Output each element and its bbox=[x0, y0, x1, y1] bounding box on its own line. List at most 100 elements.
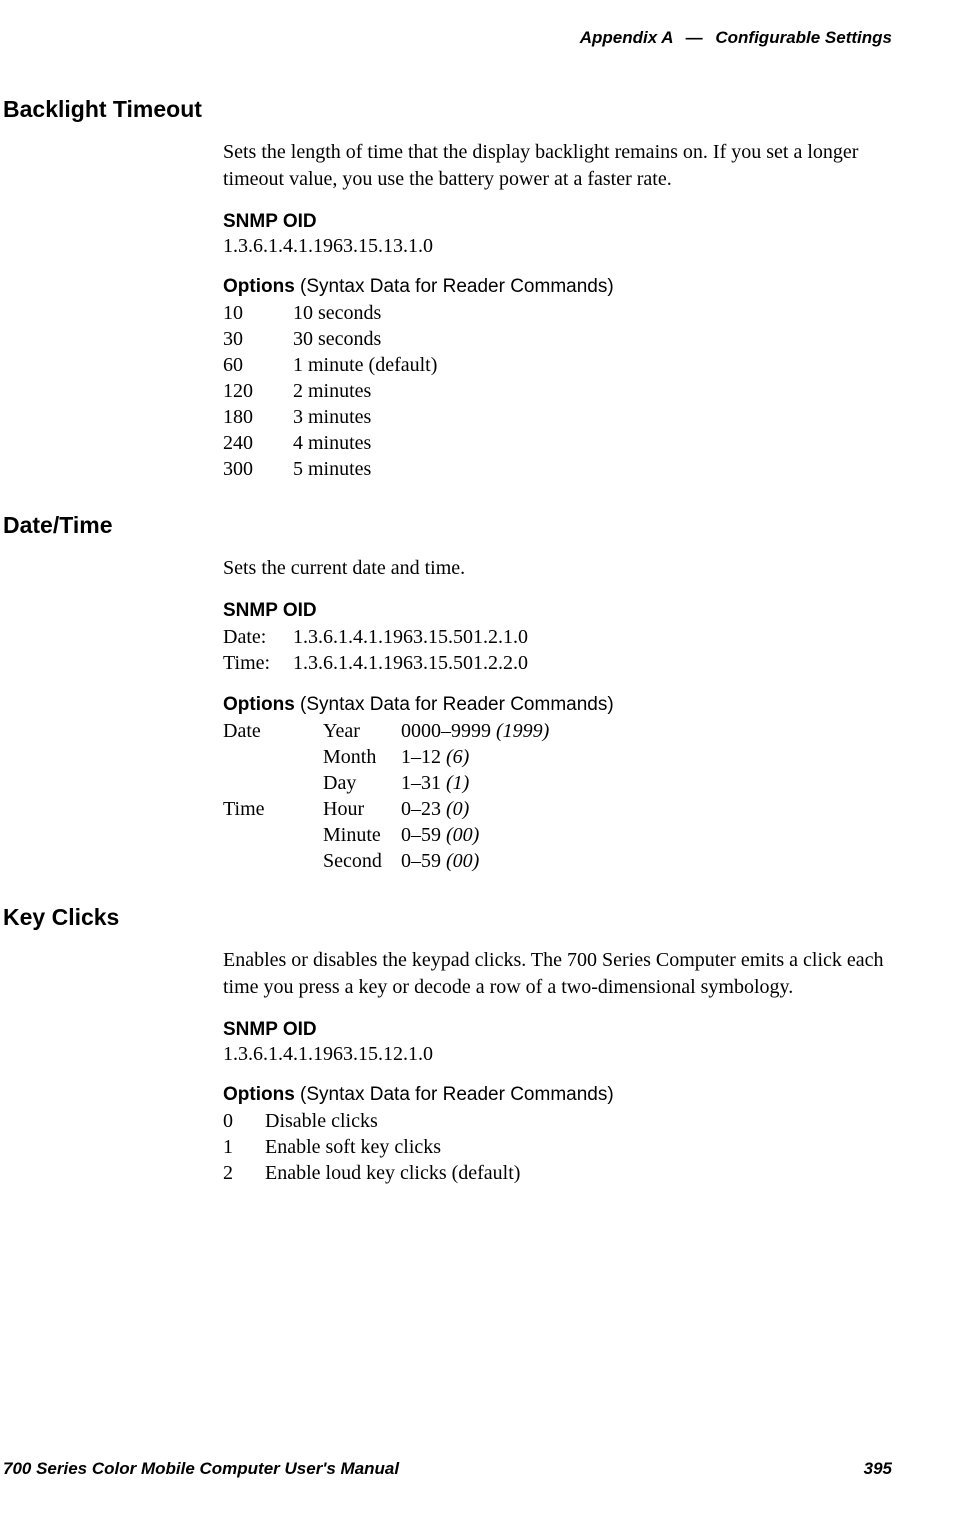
table-row: 2404 minutes bbox=[223, 430, 455, 456]
table-row: 1010 seconds bbox=[223, 300, 455, 326]
backlight-options-label: Options (Syntax Data for Reader Commands… bbox=[223, 276, 892, 298]
option-default: (1) bbox=[446, 772, 469, 794]
section-heading-backlight: Backlight Timeout bbox=[3, 96, 892, 123]
option-code: 300 bbox=[223, 456, 293, 482]
snmp-row-value: 1.3.6.1.4.1.1963.15.501.2.1.0 bbox=[293, 624, 546, 650]
option-default: (00) bbox=[446, 850, 479, 872]
table-row: 3030 seconds bbox=[223, 326, 455, 352]
option-field: Month bbox=[323, 744, 401, 770]
datetime-snmp-table: Date:1.3.6.1.4.1.1963.15.501.2.1.0 Time:… bbox=[223, 624, 546, 676]
option-desc: 3 minutes bbox=[293, 404, 455, 430]
options-rest: (Syntax Data for Reader Commands) bbox=[295, 694, 614, 715]
option-default: (0) bbox=[446, 798, 469, 820]
keyclicks-options-label: Options (Syntax Data for Reader Commands… bbox=[223, 1084, 892, 1106]
option-field: Minute bbox=[323, 822, 401, 848]
datetime-options-label: Options (Syntax Data for Reader Commands… bbox=[223, 694, 892, 716]
option-field: Hour bbox=[323, 796, 401, 822]
option-code: 180 bbox=[223, 404, 293, 430]
option-desc: 1 minute (default) bbox=[293, 352, 455, 378]
backlight-snmp-label: SNMP OID bbox=[223, 211, 892, 233]
section-heading-keyclicks: Key Clicks bbox=[3, 904, 892, 931]
snmp-row-label: Date: bbox=[223, 624, 293, 650]
option-field: Day bbox=[323, 770, 401, 796]
option-group bbox=[223, 822, 323, 848]
keyclicks-description: Enables or disables the keypad clicks. T… bbox=[223, 947, 892, 1001]
options-bold: Options bbox=[223, 1084, 295, 1105]
datetime-options-table: DateYear0000–9999 (1999) Month1–12 (6) D… bbox=[223, 718, 567, 874]
option-range-def: 0000–9999 (1999) bbox=[401, 718, 567, 744]
table-row: TimeHour0–23 (0) bbox=[223, 796, 567, 822]
option-desc: 30 seconds bbox=[293, 326, 455, 352]
table-row: Month1–12 (6) bbox=[223, 744, 567, 770]
table-row: 1Enable soft key clicks bbox=[223, 1134, 538, 1160]
table-row: 1803 minutes bbox=[223, 404, 455, 430]
header-dash: — bbox=[686, 28, 703, 47]
header-title: Configurable Settings bbox=[715, 28, 892, 47]
option-default: (00) bbox=[446, 824, 479, 846]
option-group bbox=[223, 848, 323, 874]
section-heading-datetime: Date/Time bbox=[3, 512, 892, 539]
header-appendix: Appendix A bbox=[580, 28, 673, 47]
option-code: 240 bbox=[223, 430, 293, 456]
option-code: 120 bbox=[223, 378, 293, 404]
option-group bbox=[223, 744, 323, 770]
option-field: Year bbox=[323, 718, 401, 744]
footer-page-number: 395 bbox=[864, 1459, 892, 1479]
option-range: 1–12 bbox=[401, 746, 441, 768]
options-bold: Options bbox=[223, 694, 295, 715]
footer-manual-title: 700 Series Color Mobile Computer User's … bbox=[3, 1459, 399, 1479]
option-range-def: 0–59 (00) bbox=[401, 822, 567, 848]
table-row: Day1–31 (1) bbox=[223, 770, 567, 796]
keyclicks-snmp-oid: 1.3.6.1.4.1.1963.15.12.1.0 bbox=[223, 1043, 892, 1066]
table-row: Time:1.3.6.1.4.1.1963.15.501.2.2.0 bbox=[223, 650, 546, 676]
option-range: 0–23 bbox=[401, 798, 441, 820]
option-code: 60 bbox=[223, 352, 293, 378]
option-desc: Enable loud key clicks (default) bbox=[265, 1160, 538, 1186]
options-rest: (Syntax Data for Reader Commands) bbox=[295, 276, 614, 297]
option-code: 2 bbox=[223, 1160, 265, 1186]
snmp-row-value: 1.3.6.1.4.1.1963.15.501.2.2.0 bbox=[293, 650, 546, 676]
page-header: Appendix A — Configurable Settings bbox=[0, 28, 892, 48]
option-code: 0 bbox=[223, 1108, 265, 1134]
datetime-snmp-label: SNMP OID bbox=[223, 600, 892, 622]
keyclicks-snmp-label: SNMP OID bbox=[223, 1019, 892, 1041]
table-row: 3005 minutes bbox=[223, 456, 455, 482]
option-group: Date bbox=[223, 718, 323, 744]
option-range-def: 0–23 (0) bbox=[401, 796, 567, 822]
options-rest: (Syntax Data for Reader Commands) bbox=[295, 1084, 614, 1105]
backlight-options-table: 1010 seconds 3030 seconds 601 minute (de… bbox=[223, 300, 455, 482]
option-desc: Disable clicks bbox=[265, 1108, 538, 1134]
option-code: 10 bbox=[223, 300, 293, 326]
table-row: 0Disable clicks bbox=[223, 1108, 538, 1134]
table-row: 2Enable loud key clicks (default) bbox=[223, 1160, 538, 1186]
option-range-def: 0–59 (00) bbox=[401, 848, 567, 874]
option-range-def: 1–12 (6) bbox=[401, 744, 567, 770]
option-desc: 2 minutes bbox=[293, 378, 455, 404]
backlight-description: Sets the length of time that the display… bbox=[223, 139, 892, 193]
option-range: 0–59 bbox=[401, 824, 441, 846]
table-row: Minute0–59 (00) bbox=[223, 822, 567, 848]
page-footer: 700 Series Color Mobile Computer User's … bbox=[3, 1459, 892, 1479]
option-desc: Enable soft key clicks bbox=[265, 1134, 538, 1160]
backlight-snmp-oid: 1.3.6.1.4.1.1963.15.13.1.0 bbox=[223, 235, 892, 258]
option-range: 0000–9999 bbox=[401, 720, 491, 742]
table-row: DateYear0000–9999 (1999) bbox=[223, 718, 567, 744]
table-row: Second0–59 (00) bbox=[223, 848, 567, 874]
table-row: 601 minute (default) bbox=[223, 352, 455, 378]
option-range-def: 1–31 (1) bbox=[401, 770, 567, 796]
table-row: 1202 minutes bbox=[223, 378, 455, 404]
datetime-description: Sets the current date and time. bbox=[223, 555, 892, 582]
option-default: (1999) bbox=[496, 720, 549, 742]
option-group bbox=[223, 770, 323, 796]
option-desc: 10 seconds bbox=[293, 300, 455, 326]
keyclicks-options-table: 0Disable clicks 1Enable soft key clicks … bbox=[223, 1108, 538, 1186]
option-field: Second bbox=[323, 848, 401, 874]
option-range: 0–59 bbox=[401, 850, 441, 872]
option-desc: 5 minutes bbox=[293, 456, 455, 482]
options-bold: Options bbox=[223, 276, 295, 297]
option-code: 30 bbox=[223, 326, 293, 352]
option-range: 1–31 bbox=[401, 772, 441, 794]
snmp-row-label: Time: bbox=[223, 650, 293, 676]
option-desc: 4 minutes bbox=[293, 430, 455, 456]
option-code: 1 bbox=[223, 1134, 265, 1160]
